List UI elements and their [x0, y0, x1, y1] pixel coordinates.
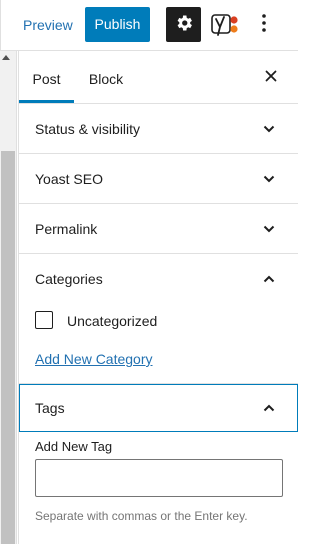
vertical-ellipsis-icon — [261, 13, 267, 36]
add-new-tag-label: Add New Tag — [35, 439, 113, 454]
more-options-button[interactable] — [252, 7, 276, 42]
chevron-down-icon — [263, 225, 275, 232]
editor-scrollbar[interactable] — [0, 51, 17, 544]
add-new-tag-input[interactable] — [35, 459, 283, 497]
status-visibility-panel: Status & visibility — [19, 104, 298, 154]
permalink-toggle[interactable]: Permalink — [19, 204, 298, 253]
chevron-up-icon — [263, 275, 275, 282]
sidebar-tabs: Post Block — [19, 51, 298, 104]
publish-button[interactable]: Publish — [85, 7, 150, 42]
yoast-seo-toggle[interactable]: Yoast SEO — [19, 154, 298, 203]
settings-sidebar: Post Block Status & visibility Yoast SEO… — [18, 51, 298, 544]
yoast-seo-panel: Yoast SEO — [19, 154, 298, 204]
categories-panel: Categories Uncategorized Add New Categor… — [19, 254, 298, 384]
section-title: Yoast SEO — [35, 170, 103, 187]
settings-button[interactable] — [166, 7, 201, 42]
tag-help-text: Separate with commas or the Enter key. — [35, 509, 248, 523]
gear-icon — [174, 13, 194, 36]
toolbar-left-edge — [0, 0, 1, 50]
status-visibility-toggle[interactable]: Status & visibility — [19, 104, 298, 153]
editor-toolbar: Preview Publish — [0, 0, 298, 51]
tags-panel: Add New Tag Separate with commas or the … — [19, 384, 298, 544]
chevron-down-icon — [263, 175, 275, 182]
permalink-panel: Permalink — [19, 204, 298, 254]
tab-block[interactable]: Block — [81, 51, 131, 103]
yoast-seo-button[interactable] — [208, 7, 243, 42]
yoast-icon — [208, 14, 243, 45]
categories-toggle[interactable]: Categories — [19, 254, 298, 303]
close-sidebar-button[interactable] — [257, 63, 285, 91]
scrollbar-thumb[interactable] — [1, 151, 15, 544]
add-new-category-link[interactable]: Add New Category — [35, 351, 153, 367]
section-title: Categories — [35, 270, 103, 287]
chevron-down-icon — [263, 125, 275, 132]
section-title: Permalink — [35, 220, 98, 237]
category-uncategorized-checkbox[interactable] — [35, 311, 53, 329]
tab-post[interactable]: Post — [19, 51, 74, 103]
section-title: Status & visibility — [35, 120, 141, 137]
category-uncategorized-label[interactable]: Uncategorized — [67, 313, 157, 329]
scroll-up-arrow-icon[interactable] — [2, 55, 10, 60]
preview-button[interactable]: Preview — [12, 9, 84, 41]
close-icon — [265, 70, 277, 85]
